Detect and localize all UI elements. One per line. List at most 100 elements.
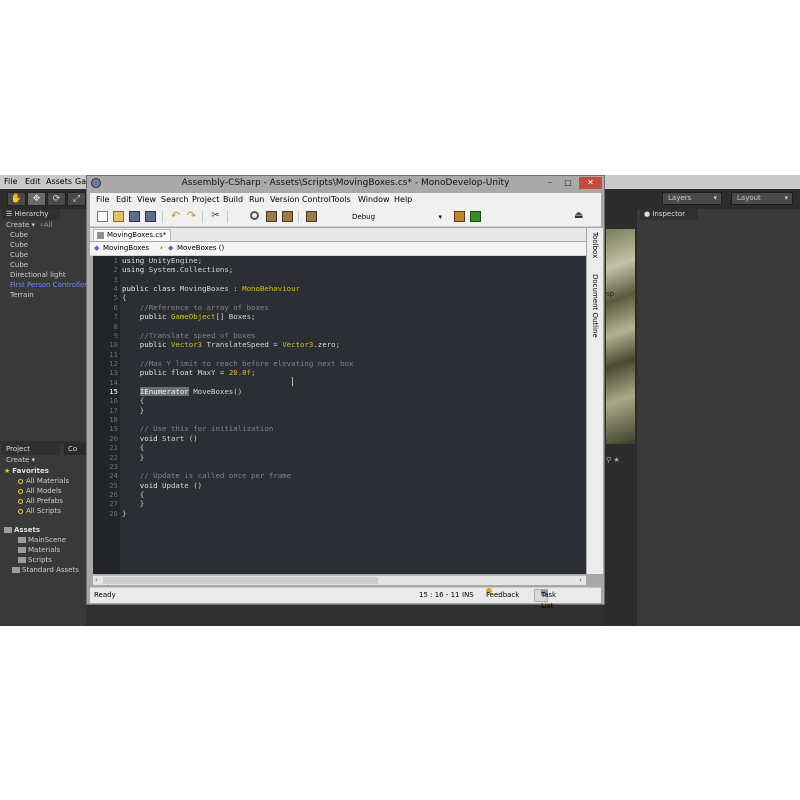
document-outline-tab[interactable]: Document Outline xyxy=(591,274,599,338)
hierarchy-item[interactable]: First Person Controller xyxy=(10,280,87,290)
asset-folder-item[interactable]: MainScene xyxy=(18,535,66,545)
assets-folder[interactable]: Assets xyxy=(4,525,40,535)
code-comment[interactable]: // Use this for initialization xyxy=(122,424,274,433)
menu-tools[interactable]: Tools xyxy=(331,195,351,204)
tab-project[interactable]: Project xyxy=(2,444,60,455)
tab-hierarchy[interactable]: ☰ Hierarchy xyxy=(2,209,60,220)
favorites-item[interactable]: All Prefabs xyxy=(18,496,63,506)
move-tool-icon[interactable]: ✥ xyxy=(27,192,46,206)
code-line[interactable]: } xyxy=(122,499,144,508)
code-line[interactable]: public Vector3 TranslateSpeed = Vector3.… xyxy=(122,340,340,349)
undo-icon[interactable]: ↶ xyxy=(170,210,181,222)
unity-menu-gameobject[interactable]: Ga xyxy=(75,177,86,186)
code-line[interactable]: public class MovingBoxes : MonoBehaviour xyxy=(122,284,300,293)
code-line[interactable]: using UnityEngine; xyxy=(122,256,202,265)
code-line[interactable]: using System.Collections; xyxy=(122,265,233,274)
toolbox-tab[interactable]: Toolbox xyxy=(591,232,599,258)
toolbar-divider xyxy=(162,211,163,223)
menu-view[interactable]: View xyxy=(137,195,156,204)
code-line[interactable]: } xyxy=(122,406,144,415)
code-line[interactable]: void Update () xyxy=(122,481,202,490)
hierarchy-search-input[interactable]: ⌕All xyxy=(40,220,53,230)
code-line[interactable]: } xyxy=(122,453,144,462)
save-icon[interactable] xyxy=(129,211,140,222)
save-all-icon[interactable] xyxy=(145,211,156,222)
menu-version-control[interactable]: Version Control xyxy=(270,195,331,204)
tab-console[interactable]: Co xyxy=(64,444,86,455)
redo-icon[interactable]: ↷ xyxy=(186,210,197,222)
menu-search[interactable]: Search xyxy=(161,195,188,204)
hierarchy-create-button[interactable]: Create ▾ xyxy=(6,220,35,230)
close-button[interactable]: ✕ xyxy=(579,177,602,189)
build-icon[interactable] xyxy=(454,211,465,222)
cut-icon[interactable]: ✂ xyxy=(210,211,221,222)
code-line[interactable]: void Start () xyxy=(122,434,198,443)
task-list-button[interactable]: Task List xyxy=(534,589,556,610)
favorites-item[interactable]: All Scripts xyxy=(18,506,61,516)
code-line[interactable]: { xyxy=(122,443,144,452)
hierarchy-item[interactable]: Cube xyxy=(10,240,28,250)
hierarchy-item[interactable]: Terrain xyxy=(10,290,34,300)
code-line[interactable]: public GameObject[] Boxes; xyxy=(122,312,256,321)
favorites-item[interactable]: All Models xyxy=(18,486,62,496)
hierarchy-item[interactable]: Cube xyxy=(10,250,28,260)
unity-menu-assets[interactable]: Assets xyxy=(46,177,72,186)
asset-folder-item[interactable]: Scripts xyxy=(18,555,52,565)
bookmark-icon[interactable] xyxy=(306,211,317,222)
unity-menu-edit[interactable]: Edit xyxy=(25,177,41,186)
favorites-folder[interactable]: ★ Favorites xyxy=(4,466,49,476)
code-line[interactable]: } xyxy=(122,509,126,518)
scene-view-image[interactable] xyxy=(606,229,635,444)
code-comment[interactable]: // Update is called once per frame xyxy=(122,471,291,480)
minimize-button[interactable]: – xyxy=(542,177,558,189)
hierarchy-item[interactable]: Directional light xyxy=(10,270,66,280)
scroll-left-icon[interactable]: ‹ xyxy=(95,576,98,584)
code-line[interactable]: public float MaxY = 20.0f; xyxy=(122,368,256,377)
window-titlebar[interactable]: Assembly-CSharp - Assets\Scripts\MovingB… xyxy=(87,176,604,191)
code-line[interactable]: IEnumerator MoveBoxes() xyxy=(122,387,242,397)
configuration-select[interactable]: Debug ▾ xyxy=(352,211,442,223)
attach-debugger-icon[interactable]: ⏏ xyxy=(574,211,585,222)
code-line[interactable]: { xyxy=(122,293,126,302)
code-comment[interactable]: //Translate speed of boxes xyxy=(122,331,256,340)
menu-window[interactable]: Window xyxy=(358,195,390,204)
hierarchy-item[interactable]: Cube xyxy=(10,260,28,270)
breadcrumb-member[interactable]: MoveBoxes () xyxy=(177,242,224,255)
horizontal-scrollbar[interactable]: ‹ › xyxy=(93,575,586,585)
run-icon[interactable] xyxy=(470,211,481,222)
hand-tool-icon[interactable]: ✋ xyxy=(7,192,26,206)
favorites-item[interactable]: All Materials xyxy=(18,476,69,486)
tab-inspector[interactable]: ● Inspector xyxy=(640,209,698,220)
menu-project[interactable]: Project xyxy=(192,195,219,204)
menu-file[interactable]: File xyxy=(96,195,109,204)
scrollbar-thumb[interactable] xyxy=(103,577,378,584)
menu-build[interactable]: Build xyxy=(223,195,243,204)
scroll-right-icon[interactable]: › xyxy=(579,576,582,584)
maximize-button[interactable]: □ xyxy=(560,177,576,189)
open-folder-icon[interactable] xyxy=(113,211,124,222)
code-comment[interactable]: //Max Y limit to reach before elevating … xyxy=(122,359,354,368)
find-in-files-icon[interactable] xyxy=(266,211,277,222)
code-line[interactable]: { xyxy=(122,490,144,499)
project-create-button[interactable]: Create ▾ xyxy=(6,455,35,465)
rotate-tool-icon[interactable]: ⟳ xyxy=(47,192,66,206)
breadcrumb-class[interactable]: MovingBoxes xyxy=(103,242,149,255)
unity-menu-file[interactable]: File xyxy=(4,177,17,186)
layers-dropdown[interactable]: Layers ▾ xyxy=(662,192,722,205)
replace-icon[interactable] xyxy=(282,211,293,222)
lock-icon[interactable]: ⚲ ★ xyxy=(606,455,620,465)
asset-folder-item[interactable]: Standard Assets xyxy=(12,565,79,575)
find-icon[interactable] xyxy=(250,211,259,220)
new-file-icon[interactable] xyxy=(97,211,108,222)
layout-dropdown[interactable]: Layout ▾ xyxy=(731,192,793,205)
document-tab-movingboxes[interactable]: MovingBoxes.cs* × xyxy=(93,229,171,250)
code-comment[interactable]: //Reference to array of boxes xyxy=(122,303,269,312)
menu-run[interactable]: Run xyxy=(249,195,264,204)
menu-edit[interactable]: Edit xyxy=(116,195,132,204)
code-line[interactable]: { xyxy=(122,396,144,405)
asset-folder-item[interactable]: Materials xyxy=(18,545,60,555)
hierarchy-item[interactable]: Cube xyxy=(10,230,28,240)
menu-help[interactable]: Help xyxy=(394,195,412,204)
code-editor[interactable]: 1 2 3 4 5 6 7 8 9 10 11 12 13 14 15 16 17 18 19 20 21 22 23 24 2… xyxy=(93,256,586,574)
scale-tool-icon[interactable]: ⤢ xyxy=(67,192,86,206)
